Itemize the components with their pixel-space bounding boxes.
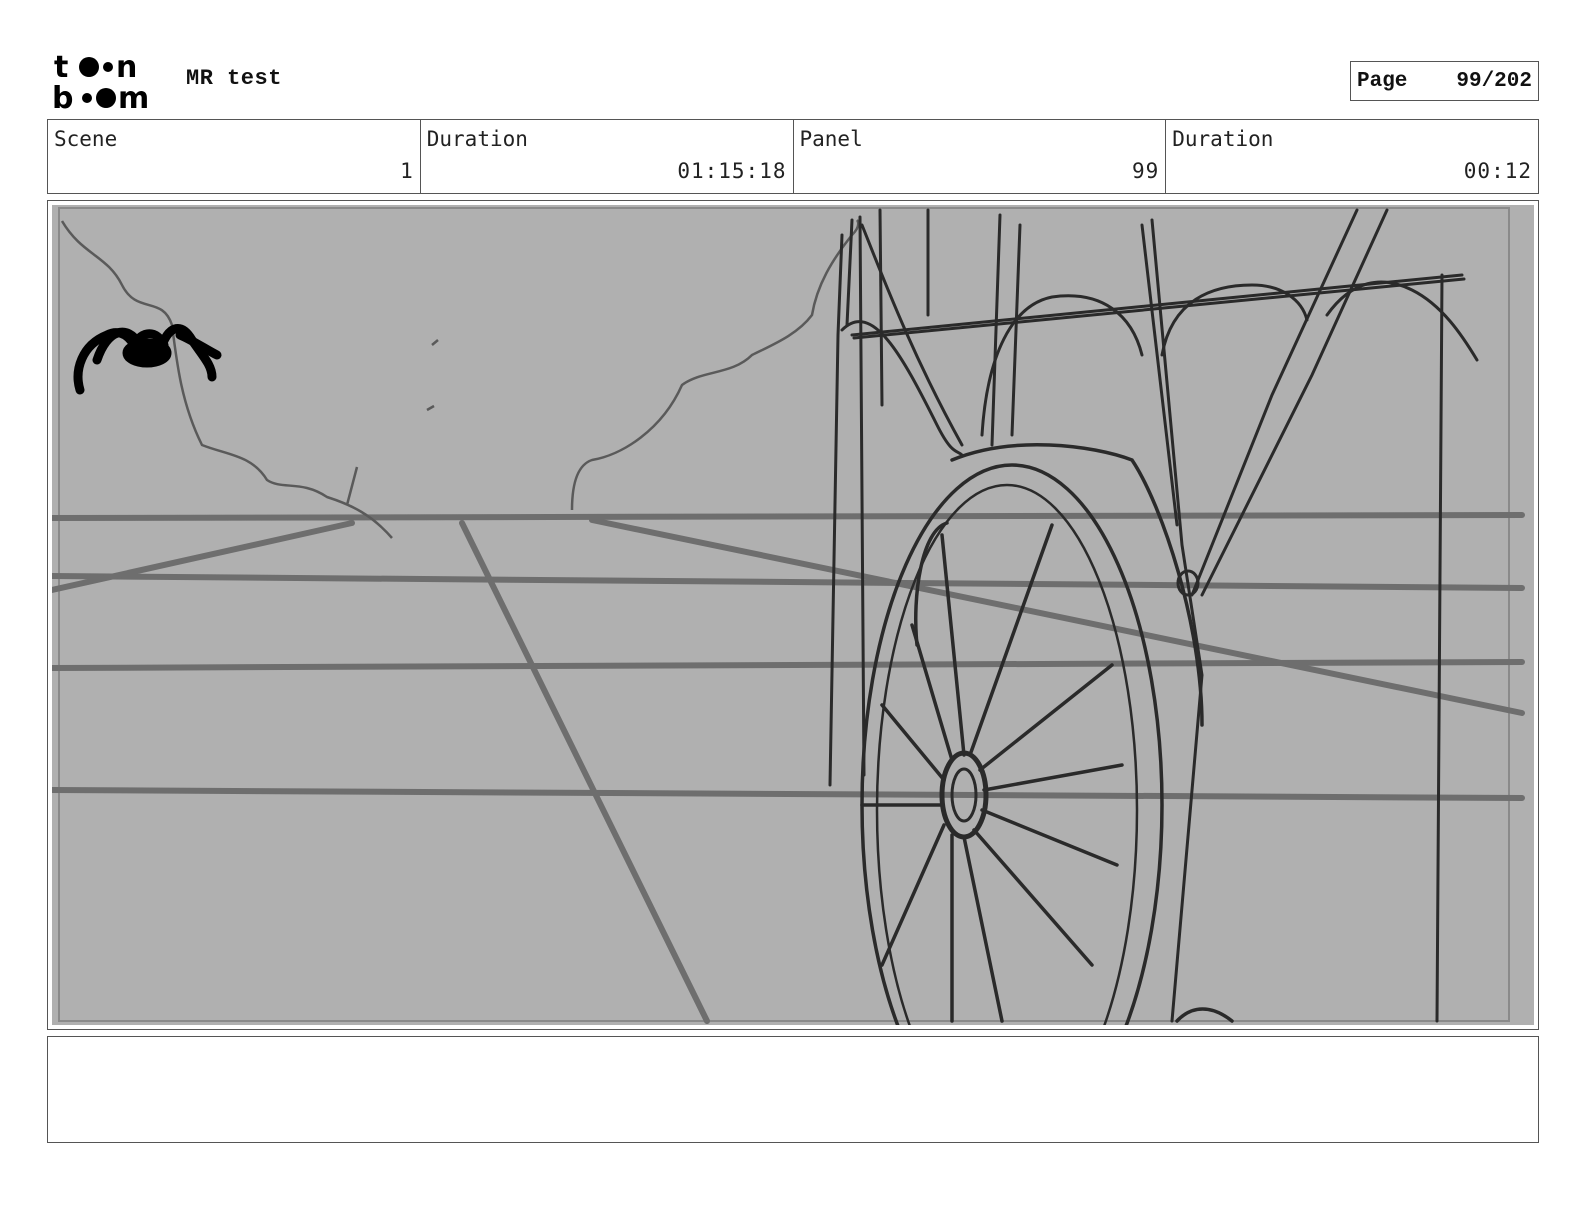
scene-duration-value: 01:15:18: [677, 159, 787, 183]
panel-duration-label: Duration: [1172, 127, 1274, 151]
panel-duration-value: 00:12: [1463, 159, 1532, 183]
panel-cell: Panel 99: [794, 120, 1167, 193]
panel-notes-box: [47, 1036, 1539, 1143]
panel-background: [52, 205, 1534, 1025]
scene-duration-label: Duration: [426, 127, 528, 151]
panel-duration-cell: Duration 00:12: [1166, 120, 1538, 193]
svg-text:t: t: [54, 50, 68, 85]
page-number: 99/202: [1456, 69, 1532, 93]
storyboard-sketch: [52, 205, 1534, 1025]
svg-text:n: n: [116, 50, 137, 85]
svg-text:m: m: [118, 81, 149, 112]
page-indicator: Page 99/202: [1350, 61, 1539, 101]
scene-value: 1: [400, 159, 414, 183]
panel-value: 99: [1131, 159, 1160, 183]
scene-label: Scene: [54, 127, 118, 151]
page-label: Page: [1357, 69, 1408, 93]
toon-boom-logo: t n b m: [52, 50, 149, 112]
panel-image-frame: [47, 200, 1539, 1030]
panel-label: Panel: [799, 127, 863, 151]
panel-info-row: Scene 1 Duration 01:15:18 Panel 99 Durat…: [47, 119, 1539, 194]
svg-text:b: b: [52, 81, 73, 112]
scene-duration-cell: Duration 01:15:18: [421, 120, 794, 193]
scene-cell: Scene 1: [48, 120, 421, 193]
project-title: MR test: [186, 66, 282, 91]
